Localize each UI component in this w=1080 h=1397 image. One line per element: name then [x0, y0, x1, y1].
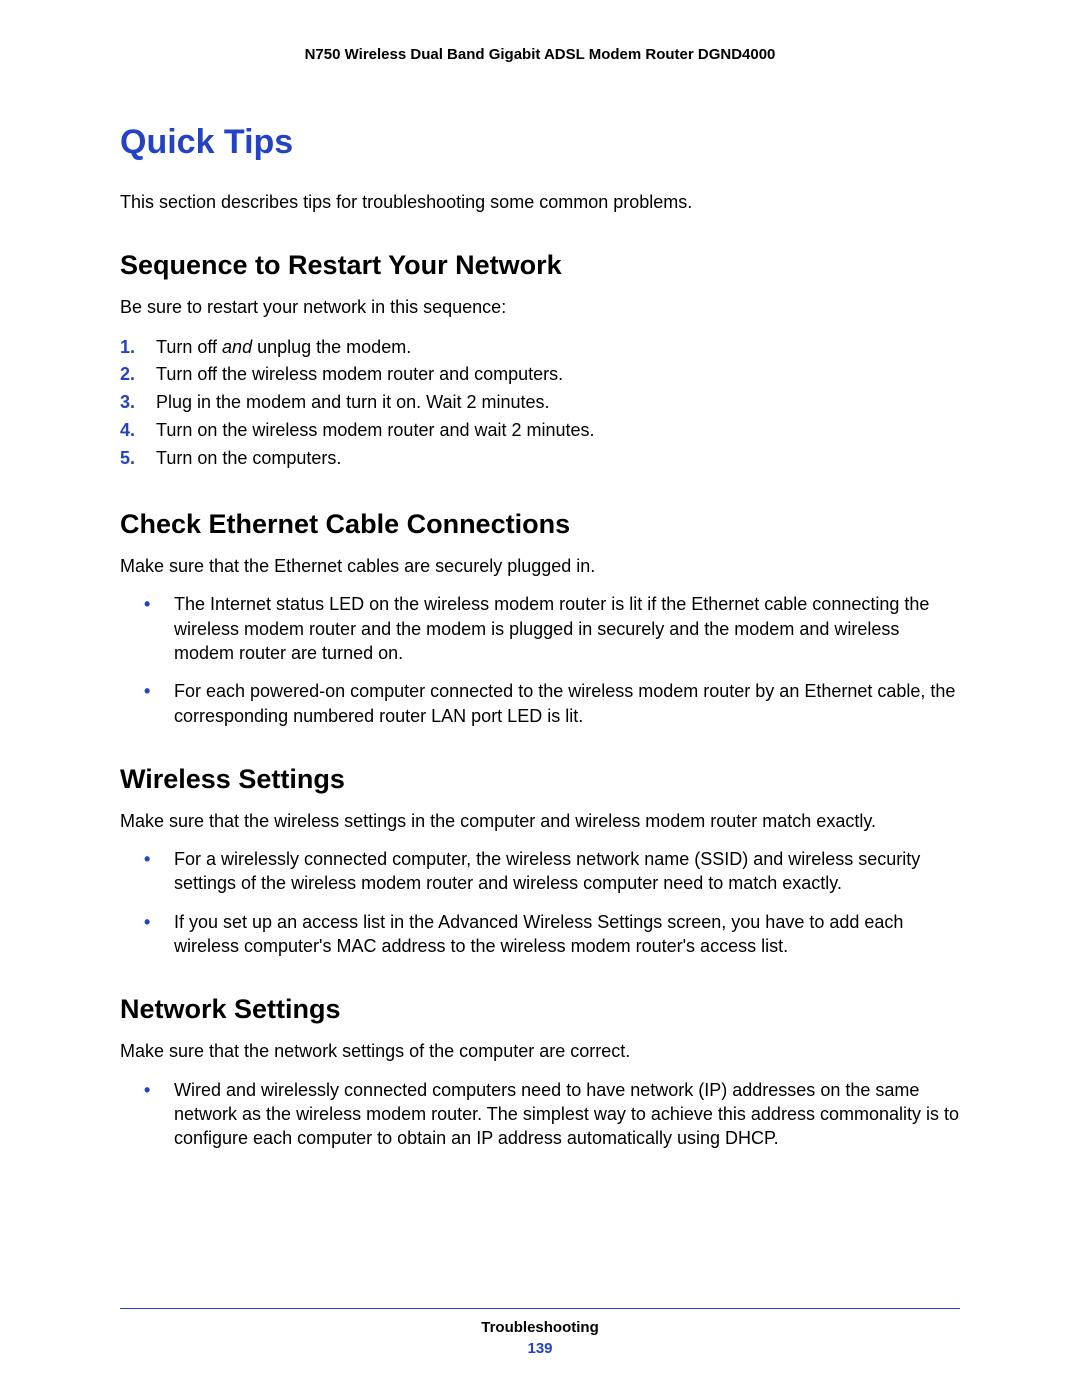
page-title: Quick Tips [120, 123, 960, 162]
list-item: For a wirelessly connected computer, the… [120, 847, 960, 896]
wireless-list: For a wirelessly connected computer, the… [120, 847, 960, 958]
heading-network: Network Settings [120, 994, 960, 1025]
intro-paragraph: This section describes tips for troubles… [120, 190, 960, 214]
list-item: If you set up an access list in the Adva… [120, 910, 960, 959]
list-number: 5. [120, 445, 135, 473]
list-text-pre: Turn off [156, 337, 222, 357]
list-text: Turn on the computers. [156, 448, 341, 468]
list-item: Wired and wirelessly connected computers… [120, 1078, 960, 1151]
list-number: 1. [120, 334, 135, 362]
heading-wireless: Wireless Settings [120, 764, 960, 795]
list-number: 4. [120, 417, 135, 445]
document-page: N750 Wireless Dual Band Gigabit ADSL Mod… [0, 0, 1080, 1397]
list-text: Turn on the wireless modem router and wa… [156, 420, 595, 440]
list-item: 1. Turn off and unplug the modem. [120, 334, 960, 362]
list-item: 3. Plug in the modem and turn it on. Wai… [120, 389, 960, 417]
lead-restart: Be sure to restart your network in this … [120, 295, 960, 319]
list-text: Turn off the wireless modem router and c… [156, 364, 563, 384]
list-text-em: and [222, 337, 252, 357]
heading-ethernet: Check Ethernet Cable Connections [120, 509, 960, 540]
list-item: For each powered-on computer connected t… [120, 679, 960, 728]
lead-wireless: Make sure that the wireless settings in … [120, 809, 960, 833]
list-text-post: unplug the modem. [252, 337, 411, 357]
page-footer: Troubleshooting 139 [120, 1308, 960, 1357]
network-list: Wired and wirelessly connected computers… [120, 1078, 960, 1151]
list-number: 3. [120, 389, 135, 417]
footer-page-number: 139 [120, 1340, 960, 1357]
list-item: 4. Turn on the wireless modem router and… [120, 417, 960, 445]
list-item: The Internet status LED on the wireless … [120, 592, 960, 665]
list-number: 2. [120, 361, 135, 389]
restart-list: 1. Turn off and unplug the modem. 2. Tur… [120, 334, 960, 473]
heading-restart: Sequence to Restart Your Network [120, 250, 960, 281]
document-header: N750 Wireless Dual Band Gigabit ADSL Mod… [120, 46, 960, 63]
ethernet-list: The Internet status LED on the wireless … [120, 592, 960, 727]
list-item: 2. Turn off the wireless modem router an… [120, 361, 960, 389]
list-item: 5. Turn on the computers. [120, 445, 960, 473]
lead-network: Make sure that the network settings of t… [120, 1039, 960, 1063]
footer-section: Troubleshooting [120, 1319, 960, 1336]
list-text: Plug in the modem and turn it on. Wait 2… [156, 392, 550, 412]
lead-ethernet: Make sure that the Ethernet cables are s… [120, 554, 960, 578]
